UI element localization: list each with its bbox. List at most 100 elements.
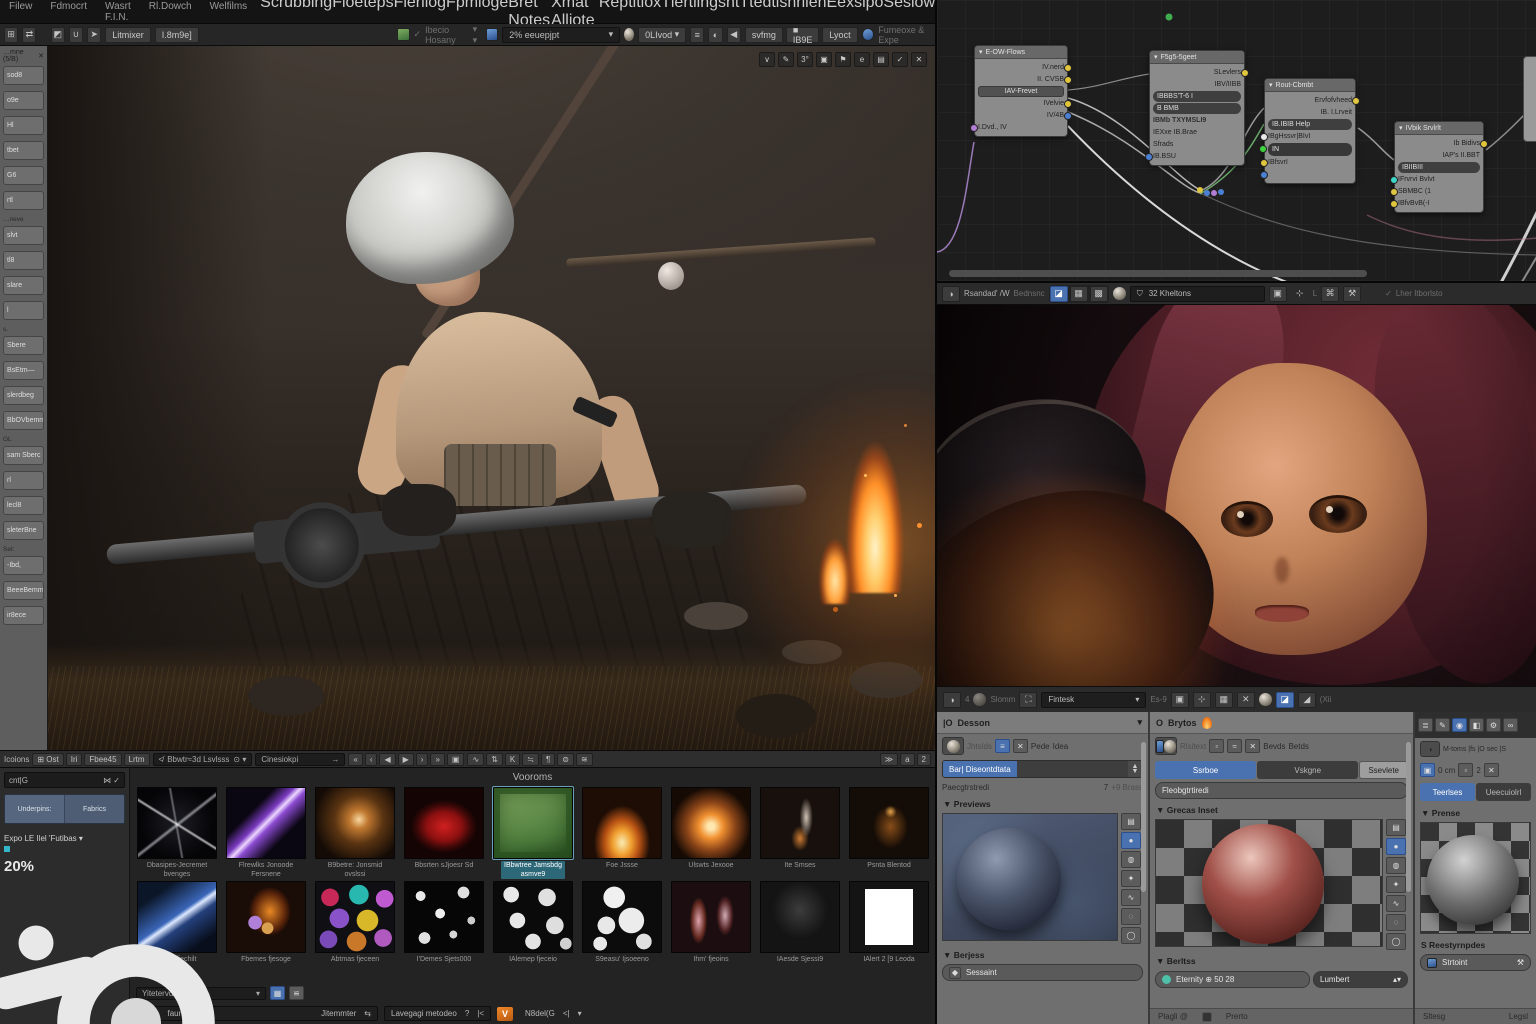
asset-item[interactable]: Ihm' fjeoins xyxy=(668,881,754,964)
panel-header[interactable]: |ODesson▾ xyxy=(937,712,1148,734)
tool-button[interactable]: …neve xyxy=(3,216,44,223)
shader-node[interactable]: ▾E-OW-Flows IV.nerd II. CVSB IAV-Frevet … xyxy=(974,45,1068,137)
editor-type-icon[interactable]: ◑ xyxy=(943,692,961,708)
render-option-button[interactable]: Lyoct xyxy=(822,27,857,43)
close-icon[interactable]: ✕ xyxy=(1237,692,1255,708)
horizontal-scrollbar[interactable] xyxy=(949,270,1367,277)
tool-button[interactable]: tbet xyxy=(3,141,44,160)
asset-item[interactable]: B9betre: Jonsmidovslssi xyxy=(312,787,398,879)
tool-button[interactable]: rtl xyxy=(3,191,44,210)
asset-item[interactable]: Flrewlks JonoodeFersnene xyxy=(223,787,309,879)
tool-button[interactable]: lecl8 xyxy=(3,496,44,515)
image-icon[interactable]: ▣ xyxy=(1171,692,1189,708)
unlink-icon[interactable]: ✕ xyxy=(1245,739,1260,753)
keying-button[interactable]: ⊜ xyxy=(557,753,574,766)
tool-button[interactable]: -Ibd, xyxy=(3,556,44,575)
node-row[interactable]: IBfvBvB(-I xyxy=(1398,198,1480,209)
asset-thumbnail[interactable] xyxy=(582,881,662,953)
new-button[interactable]: Idea xyxy=(1053,742,1069,751)
panel-header[interactable]: OBrytos xyxy=(1150,712,1413,734)
node-row[interactable]: IFrvrvi Bvlvt xyxy=(1398,174,1480,185)
shading-dropdown[interactable]: 0LIvod ▾ xyxy=(638,27,686,43)
node-row[interactable]: B BMB xyxy=(1153,103,1241,114)
node-row[interactable]: SLevlers xyxy=(1153,67,1241,78)
object-button[interactable]: Betds xyxy=(1288,742,1308,751)
node-header[interactable]: ▾Rout-Cbmbt xyxy=(1265,79,1355,92)
material-name[interactable]: Rlsitext xyxy=(1180,742,1206,751)
viewport-3d[interactable]: ∨ ✎ 3° ▣ ⚑ e ▤ ✓ ✕ xyxy=(48,46,935,750)
axis-icon[interactable]: 3° xyxy=(797,52,813,67)
node-row[interactable]: Ervfofvheed xyxy=(1268,95,1352,106)
asset-thumbnail[interactable] xyxy=(404,881,484,953)
asset-thumbnail[interactable] xyxy=(226,881,306,953)
asset-thumbnail[interactable] xyxy=(404,787,484,859)
display-size-dropdown[interactable]: Cinesiokpi→ xyxy=(255,753,345,766)
node-row[interactable]: IB.IBIB Help xyxy=(1268,119,1352,130)
tool-button[interactable]: rl xyxy=(3,471,44,490)
node-row[interactable]: II. CVSB xyxy=(978,74,1064,85)
check-icon[interactable]: ✓ xyxy=(892,52,908,67)
asset-thumbnail[interactable] xyxy=(760,787,840,859)
node-row[interactable]: IV/4B xyxy=(978,110,1064,121)
shader-value-field[interactable]: Eternity ⊕ 50 28 xyxy=(1155,971,1310,988)
keying-button[interactable]: ≋ xyxy=(576,753,593,766)
collapse-icon[interactable]: ▾ xyxy=(1269,81,1273,89)
menu-item[interactable]: Welfilms xyxy=(201,1,257,23)
menu-item[interactable]: Wasrt F.I.N. xyxy=(96,1,140,23)
node-row[interactable]: I.Dvd., IV xyxy=(978,122,1064,133)
tool-button[interactable]: o9e xyxy=(3,91,44,110)
tool-button[interactable]: Set: xyxy=(3,546,44,553)
node-header[interactable]: ▾F5g5-5geet xyxy=(1150,51,1244,64)
link-icon[interactable]: ▦ xyxy=(270,986,285,1000)
tool-button[interactable]: tl8 xyxy=(3,251,44,270)
playback-button[interactable]: ▣ xyxy=(447,753,465,766)
node-row[interactable]: IVelvie xyxy=(978,98,1064,109)
cursor-icon[interactable]: ➤ xyxy=(87,27,101,43)
playback-button[interactable]: « xyxy=(348,753,362,766)
asset-thumbnail[interactable] xyxy=(493,881,573,953)
shading-icon[interactable]: ◢ xyxy=(1298,692,1316,708)
camera-icon[interactable]: ⌘ xyxy=(1321,286,1339,302)
node-row[interactable]: Ib Bidivs xyxy=(1398,138,1480,149)
filter-button[interactable]: Lrtm xyxy=(124,753,150,766)
preview-type-button[interactable]: ◌ xyxy=(1121,908,1141,925)
displacement-button[interactable]: Ssevlete xyxy=(1359,761,1408,779)
mode-label[interactable]: Rsandad' /W xyxy=(964,289,1010,298)
magnet-icon[interactable]: ∪ xyxy=(69,27,83,43)
asset-thumbnail[interactable] xyxy=(760,881,840,953)
menu-item[interactable]: Fdmocrt xyxy=(41,1,96,23)
asset-item[interactable]: Dbasipes-Jecremetbvenges xyxy=(134,787,220,879)
surface-section-header[interactable]: ▼ Berjess xyxy=(937,946,1148,962)
corner-button[interactable]: ≫ xyxy=(880,753,898,766)
node-row[interactable]: IB. I.Lrveit xyxy=(1268,107,1352,118)
mode-button[interactable]: Litmixer xyxy=(105,27,151,43)
editor-type-icon[interactable]: ⊞ xyxy=(4,27,18,43)
node-row[interactable]: SBMBC (1 xyxy=(1398,186,1480,197)
display-mode-field[interactable]: 2% eeuepjpt▾ xyxy=(502,27,620,43)
tool-button[interactable]: Hl xyxy=(3,116,44,135)
asset-item[interactable]: Ite Smses xyxy=(757,787,843,879)
paint-mode-icon[interactable]: ◪ xyxy=(1050,286,1068,302)
preview-type-button[interactable]: ▤ xyxy=(1386,819,1406,836)
use-nodes-label[interactable]: Lher Itborlsto xyxy=(1396,289,1443,298)
preview-type-button[interactable]: ∿ xyxy=(1121,889,1141,906)
close-icon[interactable]: ✕ xyxy=(911,52,927,67)
preview-type-button[interactable]: ◍ xyxy=(1386,857,1406,874)
playback-button[interactable]: » xyxy=(430,753,444,766)
preview-section-header[interactable]: ▼ Prense xyxy=(1415,804,1536,820)
asset-item[interactable]: Ulswts Jexooe xyxy=(668,787,754,879)
asset-item[interactable]: S9easu' Ijsoeeno xyxy=(579,881,665,964)
render-result-view[interactable] xyxy=(935,305,1536,686)
preview-type-button[interactable]: ∿ xyxy=(1386,895,1406,912)
uv-grid-icon[interactable]: ▦ xyxy=(1070,286,1088,302)
asset-thumbnail[interactable] xyxy=(582,787,662,859)
node-row[interactable]: IBMb TXYMSLI9 xyxy=(1153,115,1241,126)
collapse-icon[interactable]: ▾ xyxy=(1399,124,1403,132)
asset-item[interactable]: IAesde Sjessi9 xyxy=(757,881,843,964)
preview-type-button[interactable]: ● xyxy=(1121,832,1141,849)
filter-field[interactable]: ≮Bbwtr≈3d Lsvlsss⊙ ▾ xyxy=(153,753,253,766)
keying-button[interactable]: K xyxy=(505,753,520,766)
tool-button[interactable]: sam Sberc xyxy=(3,446,44,465)
new-icon[interactable]: ≡ xyxy=(995,739,1010,753)
material-sphere-icon[interactable] xyxy=(942,737,964,755)
